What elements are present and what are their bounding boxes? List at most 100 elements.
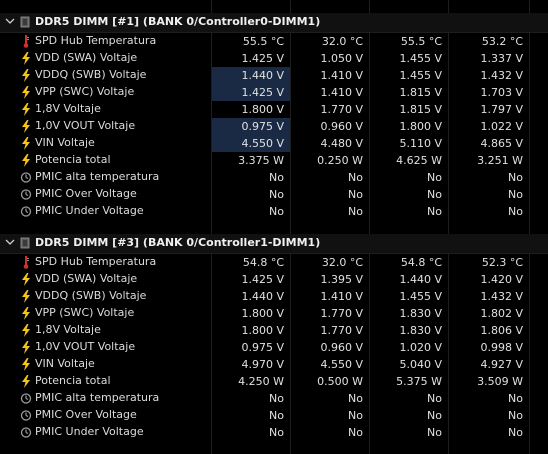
maximum-value: 4.625 W	[396, 154, 442, 167]
current-value: 1.425 V	[212, 84, 290, 101]
sensor-row[interactable]: PMIC Over Voltage No No No No	[0, 186, 548, 203]
sensor-group-dimm3: DDR5 DIMM [#3] (BANK 0/Controller1-DIMM1…	[0, 234, 548, 441]
minimum-value: 0.960 V	[320, 341, 363, 354]
sensor-row[interactable]: SPD Hub Temperatura 54.8 °C 32.0 °C 54.8 °C…	[0, 254, 548, 271]
chevron-down-icon[interactable]	[4, 15, 16, 27]
average-value: No	[508, 188, 523, 201]
average-value: 4.927 V	[480, 358, 523, 371]
sensor-label: PMIC Over Voltage	[35, 187, 137, 200]
minimum-value: 1.410 V	[320, 69, 363, 82]
sensor-row[interactable]: VDDQ (SWB) Voltaje 1.440 V 1.410 V 1.455 V 1…	[0, 67, 548, 84]
current-value: 3.375 W	[238, 154, 284, 167]
bolt-icon	[20, 52, 32, 65]
sensor-label: PMIC alta temperatura	[35, 391, 160, 404]
sensor-row[interactable]: 1,8V Voltaje 1.800 V 1.770 V 1.815 V 1.797 V	[0, 101, 548, 118]
maximum-value: 1.455 V	[399, 69, 442, 82]
bolt-icon	[20, 137, 32, 150]
sensor-group-header[interactable]: DDR5 DIMM [#3] (BANK 0/Controller1-DIMM1…	[0, 234, 548, 254]
bolt-icon	[20, 154, 32, 167]
minimum-value: 4.480 V	[320, 137, 363, 150]
minimum-value: No	[348, 409, 363, 422]
current-value: No	[269, 392, 284, 405]
current-value: 4.250 W	[238, 375, 284, 388]
thermometer-icon	[20, 35, 32, 48]
maximum-value: No	[427, 171, 442, 184]
sensor-row[interactable]: VIN Voltaje 4.550 V 4.480 V 5.110 V 4.865 V	[0, 135, 548, 152]
sensor-row[interactable]: SPD Hub Temperatura 55.5 °C 32.0 °C 55.5 °C…	[0, 33, 548, 50]
bolt-icon	[20, 69, 32, 82]
sensor-row[interactable]: VDDQ (SWB) Voltaje 1.440 V 1.410 V 1.455 V 1…	[0, 288, 548, 305]
memory-chip-icon	[20, 237, 30, 249]
minimum-value: No	[348, 205, 363, 218]
sensor-row[interactable]: PMIC Under Voltage No No No No	[0, 203, 548, 220]
sensor-label: 1,0V VOUT Voltaje	[35, 119, 136, 132]
clock-icon	[20, 426, 32, 439]
average-value: 3.251 W	[477, 154, 523, 167]
average-value: 1.797 V	[480, 103, 523, 116]
current-value: No	[269, 426, 284, 439]
minimum-value: No	[348, 392, 363, 405]
sensor-row[interactable]: PMIC Over Voltage No No No No	[0, 407, 548, 424]
minimum-value: No	[348, 171, 363, 184]
minimum-value: 1.050 V	[320, 52, 363, 65]
sensor-label: SPD Hub Temperatura	[35, 255, 157, 268]
current-value: 1.800 V	[241, 307, 284, 320]
sensor-label: 1,8V Voltaje	[35, 323, 101, 336]
current-value: No	[269, 188, 284, 201]
sensor-group-header[interactable]: DDR5 DIMM [#1] (BANK 0/Controller0-DIMM1…	[0, 13, 548, 33]
sensor-row[interactable]: Potencia total 4.250 W 0.500 W 5.375 W 3.509…	[0, 373, 548, 390]
sensor-label: PMIC alta temperatura	[35, 170, 160, 183]
average-value: 0.998 V	[480, 341, 523, 354]
clock-icon	[20, 188, 32, 201]
bolt-icon	[20, 120, 32, 133]
maximum-value: 5.040 V	[399, 358, 442, 371]
sensor-label: VDDQ (SWB) Voltaje	[35, 289, 147, 302]
minimum-value: 4.550 V	[320, 358, 363, 371]
sensor-row[interactable]: PMIC alta temperatura No No No No	[0, 169, 548, 186]
maximum-value: No	[427, 392, 442, 405]
sensor-row[interactable]: Potencia total 3.375 W 0.250 W 4.625 W 3.251…	[0, 152, 548, 169]
sensor-row[interactable]: VPP (SWC) Voltaje 1.800 V 1.770 V 1.830 V 1.…	[0, 305, 548, 322]
sensor-row[interactable]: VIN Voltaje 4.970 V 4.550 V 5.040 V 4.927 V	[0, 356, 548, 373]
maximum-value: 1.830 V	[399, 307, 442, 320]
sensor-label: Potencia total	[35, 153, 111, 166]
average-value: 1.420 V	[480, 273, 523, 286]
maximum-value: 1.455 V	[399, 52, 442, 65]
sensor-row[interactable]: 1,8V Voltaje 1.800 V 1.770 V 1.830 V 1.806 V	[0, 322, 548, 339]
sensor-label: PMIC Over Voltage	[35, 408, 137, 421]
minimum-value: 1.770 V	[320, 307, 363, 320]
average-value: 1.432 V	[480, 290, 523, 303]
chevron-down-icon[interactable]	[4, 236, 16, 248]
sensor-label: VDD (SWA) Voltaje	[35, 272, 138, 285]
sensor-row[interactable]: 1,0V VOUT Voltaje 0.975 V 0.960 V 1.020 V 0.…	[0, 339, 548, 356]
average-value: 1.022 V	[480, 120, 523, 133]
maximum-value: 1.800 V	[399, 120, 442, 133]
sensor-label: SPD Hub Temperatura	[35, 34, 157, 47]
memory-chip-icon	[20, 16, 30, 28]
sensor-row[interactable]: PMIC Under Voltage No No No No	[0, 424, 548, 441]
sensor-row[interactable]: VDD (SWA) Voltaje 1.425 V 1.050 V 1.455 V 1.…	[0, 50, 548, 67]
minimum-value: No	[348, 426, 363, 439]
maximum-value: No	[427, 426, 442, 439]
current-value: 4.970 V	[241, 358, 284, 371]
sensor-row[interactable]: VPP (SWC) Voltaje 1.425 V 1.410 V 1.815 V 1.…	[0, 84, 548, 101]
average-value: No	[508, 171, 523, 184]
sensor-row[interactable]: 1,0V VOUT Voltaje 0.975 V 0.960 V 1.800 V 1.…	[0, 118, 548, 135]
average-value: 1.802 V	[480, 307, 523, 320]
current-value: No	[269, 409, 284, 422]
minimum-value: No	[348, 188, 363, 201]
current-value: 4.550 V	[212, 135, 290, 152]
average-value: 3.509 W	[477, 375, 523, 388]
current-value: 0.975 V	[241, 341, 284, 354]
minimum-value: 1.410 V	[320, 290, 363, 303]
sensor-label: 1,8V Voltaje	[35, 102, 101, 115]
sensor-row[interactable]: PMIC alta temperatura No No No No	[0, 390, 548, 407]
average-value: No	[508, 392, 523, 405]
minimum-value: 0.960 V	[320, 120, 363, 133]
sensor-group-title: DDR5 DIMM [#1] (BANK 0/Controller0-DIMM1…	[35, 15, 321, 28]
sensor-row[interactable]: VDD (SWA) Voltaje 1.425 V 1.395 V 1.440 V 1.…	[0, 271, 548, 288]
maximum-value: 1.815 V	[399, 103, 442, 116]
maximum-value: 5.110 V	[399, 137, 442, 150]
maximum-value: 54.8 °C	[400, 256, 442, 269]
current-value: 0.975 V	[212, 118, 290, 135]
